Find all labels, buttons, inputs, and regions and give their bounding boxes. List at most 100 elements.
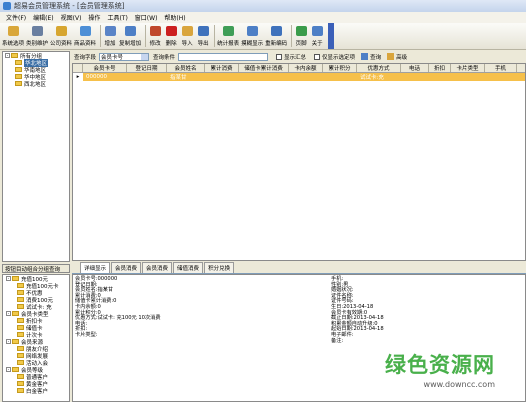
column-header[interactable]: 储值卡累计消费 (239, 64, 289, 72)
detail-right-column: 手机: 性别:男 婚姻状况: 证件名称: 证件号码: 生日:2013-04-18 会员卡有效… (331, 276, 384, 344)
show-summary-label: 显示汇总 (284, 54, 307, 61)
menu-item[interactable]: 编辑(E) (33, 13, 53, 22)
filter-icon (387, 53, 395, 60)
grid-header-corner (73, 64, 83, 72)
member-grid: 会员卡号 登记日期 会员姓名 累计消费 储值卡累计消费 卡内余额 累计积分 优惠方式 电话 折扣卡… (72, 63, 526, 261)
folder-icon (17, 353, 24, 358)
table-cell (429, 73, 451, 81)
toolbar-separator (214, 25, 216, 47)
tab-3[interactable]: 会员消费 (142, 262, 173, 273)
folder-icon (15, 67, 22, 72)
app-icon (3, 2, 11, 10)
detail-value: 000000 (97, 276, 118, 282)
menu-item[interactable]: 帮助(H) (164, 13, 185, 22)
column-header[interactable]: 累计消费 (205, 64, 239, 72)
detail-row: 优惠方式:试试卡: 充100元 10次消费 (75, 315, 161, 322)
column-header[interactable]: 会员卡号 (83, 64, 127, 72)
footer-icon (294, 24, 308, 37)
tab-4[interactable]: 储值消费 (173, 262, 204, 273)
toolbar-button-label: 公司资料 (50, 41, 73, 47)
export-icon (196, 24, 210, 37)
search-icon (361, 53, 369, 60)
menu-item[interactable]: 工具(T) (107, 13, 127, 22)
toolbar-button-label: 类别维护 (26, 41, 49, 47)
column-header[interactable]: 电话 (401, 64, 429, 72)
toolbar-button[interactable]: 重新编码 (265, 24, 287, 49)
folder-icon (15, 60, 22, 65)
collapse-icon[interactable]: - (6, 339, 11, 344)
toolbar-button[interactable]: 系统选项 (2, 24, 24, 49)
query-button[interactable]: 查询 (361, 53, 381, 61)
column-header[interactable]: 优惠方式 (357, 64, 401, 72)
show-summary-checkbox[interactable] (276, 53, 283, 60)
toolbar-button[interactable]: 摸糊显示 (241, 24, 263, 49)
toolbar-button[interactable]: 类别维护 (26, 24, 48, 49)
menu-item[interactable]: 窗口(W) (135, 13, 158, 22)
table-cell (205, 73, 239, 81)
toolbar-button[interactable]: 关于 (310, 24, 324, 49)
menu-item[interactable]: 操作 (88, 13, 100, 22)
detail-value: 试试卡: 充100元 10次消费 (97, 315, 161, 322)
toolbar-button[interactable]: 增加 (103, 24, 117, 49)
column-header[interactable]: 累计积分 (323, 64, 357, 72)
collapse-icon[interactable]: - (6, 367, 11, 372)
condition-label: 查询条件 (153, 54, 176, 61)
folder-icon (17, 381, 24, 386)
field-label: 查询字段 (74, 54, 97, 61)
column-header[interactable]: 会员姓名 (167, 64, 205, 72)
tab-2[interactable]: 会员消费 (111, 262, 142, 273)
toolbar-button[interactable]: 商品资料 (74, 24, 96, 49)
toolbar-button[interactable]: 导入 (180, 24, 194, 49)
advanced-button[interactable]: 高级 (387, 53, 407, 61)
column-header[interactable]: 手机 (485, 64, 517, 72)
folder-icon (17, 283, 24, 288)
watermark: 绿色资源网 www.downcc.com (385, 349, 495, 389)
table-cell: 试试卡:充 (360, 75, 384, 81)
toolbar-button-label: 摸糊显示 (241, 41, 264, 47)
collapse-icon[interactable]: - (5, 53, 10, 58)
report-icon (221, 24, 235, 37)
blur-icon (245, 24, 259, 37)
toolbar-button-label: 统计报表 (217, 41, 240, 47)
folder-icon (15, 81, 22, 86)
detail-left-column: 会员卡号:000000 登记日期: 会员姓名:指某甘 累计消费:0 储值卡累计消费:0 卡… (75, 276, 161, 339)
auto-group-tab[interactable]: 按钮目动组合分组查询 (2, 264, 70, 273)
folder-icon (17, 360, 24, 365)
table-cell (451, 73, 485, 81)
recode-icon (269, 24, 283, 37)
condition-input[interactable] (178, 52, 269, 61)
folder-icon (12, 276, 19, 281)
toolbar-button[interactable]: 公司资料 (50, 24, 72, 49)
tab-1[interactable]: 详细显示 (80, 262, 111, 273)
folder-icon (17, 325, 24, 330)
tree-item[interactable]: 白金客户 (3, 387, 69, 395)
column-header[interactable]: 折扣 (429, 64, 451, 72)
menu-item[interactable]: 视图(V) (61, 13, 82, 22)
toolbar-grip[interactable] (328, 23, 335, 49)
column-header[interactable]: 卡内余额 (289, 64, 323, 72)
toolbar-button[interactable]: 删除 (164, 24, 178, 49)
folder-icon (17, 297, 24, 302)
toolbar-button-label: 重新编码 (265, 41, 288, 47)
toolbar-button[interactable]: 页脚 (294, 24, 308, 49)
show-selected-label: 仅显示选定项 (322, 54, 356, 61)
copy-icon (123, 24, 137, 37)
table-row[interactable]: ▸ 000000 指某甘 试试卡:充 (73, 73, 525, 81)
toolbar-button-label: 页脚 (295, 41, 307, 47)
menu-item[interactable]: 文件(F) (6, 13, 26, 22)
collapse-icon[interactable]: - (6, 311, 11, 316)
toolbar-button[interactable]: 统计报表 (217, 24, 239, 49)
show-selected-checkbox[interactable] (314, 53, 321, 60)
toolbar-button[interactable]: 修改 (148, 24, 162, 49)
toolbar-button-label: 系统选项 (2, 41, 25, 47)
field-select[interactable]: 会员卡号 (99, 52, 150, 61)
column-header[interactable]: 登记日期 (127, 64, 167, 72)
detail-key: 备注: (331, 337, 344, 344)
tree-item[interactable]: 西北地区 (3, 80, 69, 88)
tab-5[interactable]: 积分兑换 (204, 262, 235, 273)
toolbar-button[interactable]: 导出 (196, 24, 210, 49)
folder-icon (17, 332, 24, 337)
column-header[interactable]: 卡片类型 (451, 64, 485, 72)
collapse-icon[interactable]: - (6, 276, 11, 281)
toolbar-button[interactable]: 复制增加 (119, 24, 141, 49)
